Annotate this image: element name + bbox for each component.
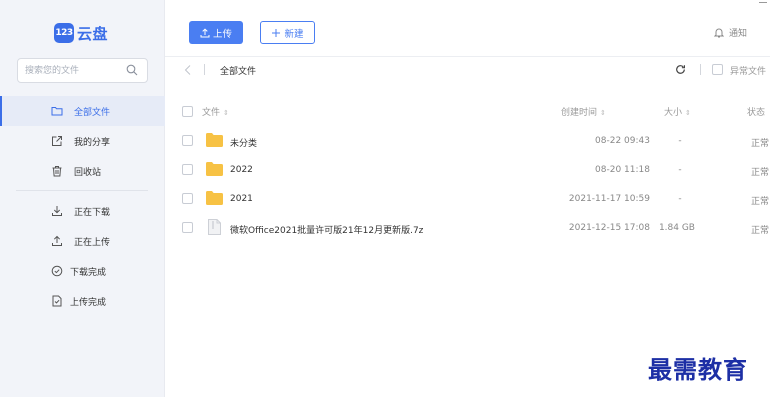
column-header-name-label: 文件 — [202, 108, 221, 118]
sidebar-item-all-files[interactable]: 全部文件 — [0, 96, 165, 126]
column-header-status: 状态 — [747, 105, 765, 118]
file-status: 正常 — [751, 226, 770, 236]
file-size: - — [678, 194, 682, 204]
file-time: 2021-11-17 10:59 — [568, 194, 650, 204]
sort-icon: ⇕ — [685, 109, 691, 117]
sidebar-item-label: 上传完成 — [70, 298, 107, 308]
share-icon — [52, 136, 62, 146]
sidebar-item-recycle-bin[interactable]: 回收站 — [0, 156, 165, 186]
bell-icon — [714, 28, 724, 38]
column-header-time[interactable]: 创建时间 ⇕ — [561, 105, 606, 118]
download-icon — [52, 206, 62, 216]
app-logo[interactable]: 123 云盘 — [54, 21, 108, 45]
file-time: 08-20 11:18 — [595, 165, 650, 175]
column-header-size[interactable]: 大小 ⇕ — [664, 105, 691, 118]
toolbar-separator — [700, 64, 701, 75]
search-icon[interactable] — [126, 64, 138, 76]
minimize-button[interactable] — [759, 2, 767, 3]
file-status: 正常 — [751, 168, 770, 178]
sidebar-nav-main: 全部文件 我的分享 回收站 — [0, 96, 165, 186]
abnormal-files-label[interactable]: 异常文件 — [730, 64, 766, 77]
search-input[interactable] — [18, 59, 123, 82]
upload-icon — [200, 28, 210, 37]
refresh-icon[interactable] — [675, 64, 686, 75]
logo-badge: 123 — [54, 23, 74, 43]
sidebar-item-uploading[interactable]: 正在上传 — [0, 226, 165, 256]
file-check-icon — [52, 295, 62, 307]
search-box — [17, 58, 148, 83]
file-time: 08-22 09:43 — [595, 136, 650, 146]
notify-label: 通知 — [729, 29, 748, 39]
sidebar: 123 云盘 全部文件 我的分享 回收站 正在下载 正在上传 — [0, 0, 165, 397]
table-row[interactable]: 2022 08-20 11:18 - 正常 — [165, 156, 770, 185]
sidebar-item-label: 正在下载 — [74, 208, 111, 218]
trash-icon — [52, 166, 62, 177]
breadcrumb-separator — [204, 64, 205, 75]
column-header-status-label: 状态 — [747, 108, 766, 118]
sidebar-divider — [16, 190, 148, 191]
sidebar-item-label: 正在上传 — [74, 238, 111, 248]
back-arrow-icon[interactable] — [183, 64, 193, 76]
table-row[interactable]: 未分类 08-22 09:43 - 正常 — [165, 127, 770, 156]
logo-text: 云盘 — [77, 24, 109, 43]
upload-button[interactable]: 上传 — [189, 21, 243, 44]
sidebar-item-label: 回收站 — [74, 168, 102, 178]
sort-icon: ⇕ — [223, 109, 229, 117]
sort-icon: ⇕ — [600, 109, 606, 117]
new-button[interactable]: 新建 — [260, 21, 315, 44]
column-header-name[interactable]: 文件 ⇕ — [202, 105, 229, 118]
column-header-time-label: 创建时间 — [561, 108, 598, 118]
sidebar-nav-transfers: 正在下载 正在上传 下载完成 上传完成 — [0, 196, 165, 316]
file-time: 2021-12-15 17:08 — [568, 223, 650, 233]
file-size: - — [678, 136, 682, 146]
check-circle-icon — [51, 265, 63, 277]
upload-icon — [52, 235, 62, 246]
sidebar-item-my-shares[interactable]: 我的分享 — [0, 126, 165, 156]
sidebar-item-downloading[interactable]: 正在下载 — [0, 196, 165, 226]
folder-icon — [51, 107, 63, 116]
column-header-size-label: 大小 — [664, 108, 683, 118]
table-row[interactable]: 2021 2021-11-17 10:59 - 正常 — [165, 185, 770, 214]
notify-button[interactable]: 通知 — [714, 26, 747, 39]
breadcrumb[interactable]: 全部文件 — [220, 64, 256, 77]
sidebar-item-download-complete[interactable]: 下载完成 — [0, 256, 165, 286]
plus-icon — [272, 28, 281, 37]
abnormal-files-checkbox[interactable] — [712, 64, 723, 75]
file-status: 正常 — [751, 197, 770, 207]
table-row[interactable]: 微软Office2021批量许可版21年12月更新版.7z 2021-12-15… — [165, 214, 770, 243]
header-divider — [165, 56, 770, 57]
sidebar-item-label: 我的分享 — [74, 138, 111, 148]
new-label: 新建 — [284, 28, 304, 40]
sidebar-item-label: 下载完成 — [70, 268, 107, 278]
sidebar-item-label: 全部文件 — [74, 108, 111, 118]
sidebar-item-upload-complete[interactable]: 上传完成 — [0, 286, 165, 316]
file-size: 1.84 GB — [658, 223, 695, 233]
file-status: 正常 — [751, 139, 770, 149]
upload-label: 上传 — [212, 28, 232, 40]
watermark: 最需教育 — [648, 355, 748, 384]
file-size: - — [678, 165, 682, 175]
select-all-checkbox[interactable] — [182, 106, 193, 117]
